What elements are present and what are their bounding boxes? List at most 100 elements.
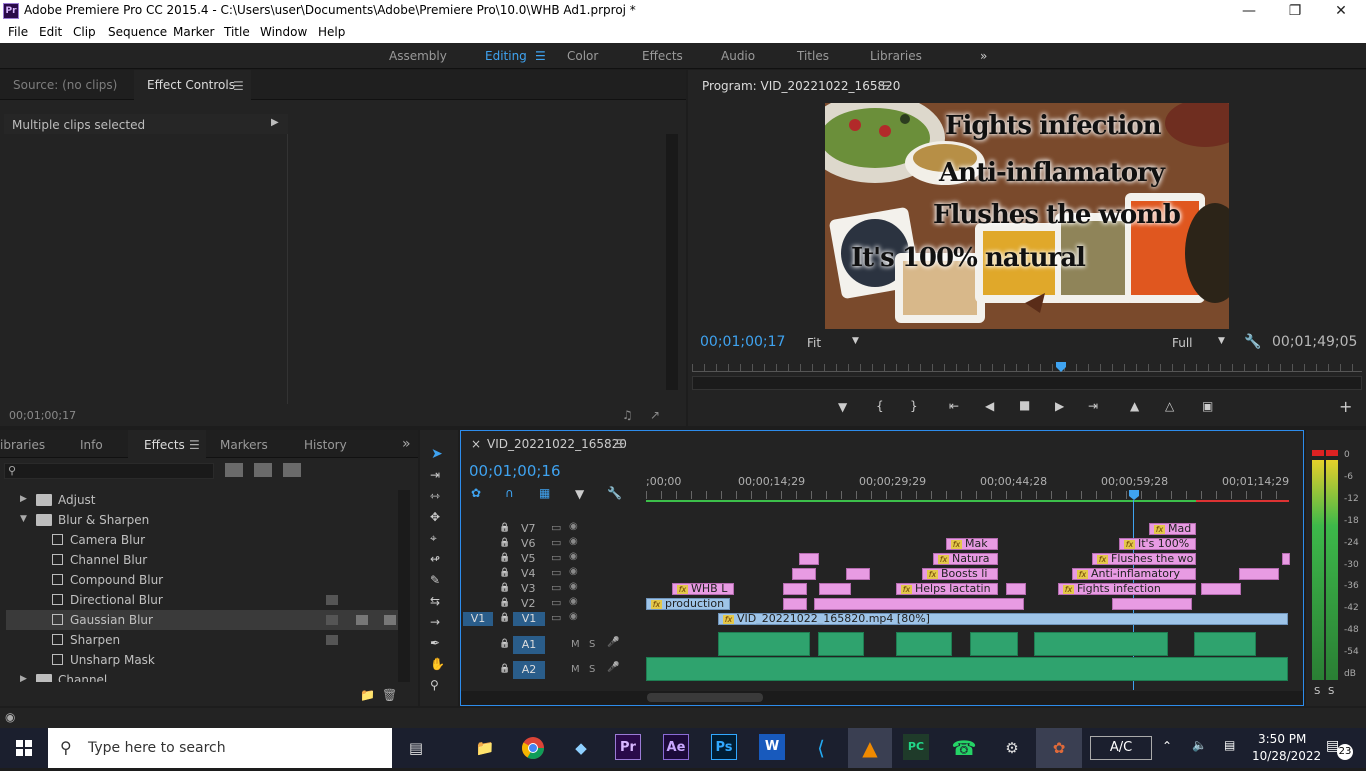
scrollbar[interactable] bbox=[666, 134, 678, 390]
tab-info[interactable]: Info bbox=[80, 438, 103, 452]
track-label-v2[interactable]: V2 bbox=[521, 597, 536, 610]
more-workspaces-icon[interactable]: » bbox=[980, 49, 987, 63]
clock-time[interactable]: 3:50 PM bbox=[1258, 732, 1306, 746]
ripple-edit-icon[interactable]: ⇿ bbox=[430, 489, 440, 503]
timeline-clip[interactable] bbox=[1006, 583, 1026, 595]
effects-menu-icon[interactable]: ☰ bbox=[189, 438, 200, 452]
stop-icon[interactable]: ■ bbox=[1019, 398, 1030, 412]
quality-select[interactable]: Full bbox=[1172, 336, 1193, 350]
timeline-clip[interactable]: fx Fights infection bbox=[1058, 583, 1196, 595]
selection-tool-icon[interactable]: ➤ bbox=[431, 446, 443, 462]
menu-sequence[interactable]: Sequence bbox=[108, 25, 167, 39]
quality-dropdown-icon[interactable]: ▼ bbox=[1218, 336, 1225, 346]
timeline-timecode[interactable]: 00;01;00;16 bbox=[469, 462, 561, 480]
button-editor-add-icon[interactable]: + bbox=[1339, 397, 1352, 416]
track-label-a1[interactable]: A1 bbox=[513, 636, 545, 654]
workspace-libraries[interactable]: Libraries bbox=[870, 49, 922, 63]
settings-gear-icon[interactable]: ⚙ bbox=[998, 734, 1026, 762]
effects-search-input[interactable]: ⚲ bbox=[4, 463, 214, 479]
step-forward-icon[interactable]: ▶ bbox=[1055, 399, 1064, 413]
32bit-effects-icon[interactable] bbox=[254, 463, 272, 477]
workspace-effects[interactable]: Effects bbox=[642, 49, 683, 63]
ac-indicator[interactable]: A/C bbox=[1090, 736, 1152, 760]
more-tabs-icon[interactable]: » bbox=[402, 436, 411, 452]
close-button[interactable]: ✕ bbox=[1318, 2, 1364, 20]
effects-tree-item[interactable]: Directional Blur bbox=[6, 590, 398, 610]
lock-icon[interactable]: 🔒 bbox=[499, 523, 510, 533]
app-icon[interactable]: ◆ bbox=[567, 734, 595, 762]
scrub-ruler[interactable] bbox=[692, 364, 1362, 372]
pen-tool-icon[interactable]: ✒ bbox=[430, 636, 440, 650]
lock-icon[interactable]: 🔒 bbox=[499, 553, 510, 563]
microphone-icon[interactable]: 🎤 bbox=[607, 637, 619, 648]
timeline-clip[interactable]: fx Mak bbox=[946, 538, 998, 550]
clip-indicator-right[interactable] bbox=[1326, 450, 1338, 456]
timeline-settings-icon[interactable]: 🔧 bbox=[607, 486, 622, 500]
eye-icon[interactable]: ◉ bbox=[569, 596, 578, 607]
timeline-clip[interactable] bbox=[1239, 568, 1279, 580]
timeline-clip[interactable]: fx Natura bbox=[933, 553, 998, 565]
chevron-right-icon[interactable]: ▶ bbox=[20, 674, 27, 682]
export-icon[interactable]: ↗ bbox=[650, 408, 660, 422]
audio-clip[interactable] bbox=[970, 632, 1018, 656]
timeline-clip[interactable] bbox=[783, 598, 807, 610]
timeline-clip[interactable] bbox=[846, 568, 870, 580]
effects-tree-item[interactable]: Gaussian Blur bbox=[6, 610, 398, 630]
timeline-clip[interactable]: fx production bbox=[646, 598, 730, 610]
expand-arrow-icon[interactable]: ▶ bbox=[271, 117, 279, 128]
track-label-v1[interactable]: V1 bbox=[513, 612, 545, 626]
premiere-taskbar-icon[interactable]: Pr bbox=[615, 734, 641, 760]
minimize-button[interactable]: — bbox=[1226, 2, 1272, 20]
sync-lock-icon[interactable]: ▭ bbox=[551, 581, 561, 594]
effects-tree-item[interactable]: Compound Blur bbox=[6, 570, 398, 590]
restore-button[interactable]: ❐ bbox=[1272, 2, 1318, 20]
solo-icon[interactable]: S bbox=[589, 664, 595, 675]
lock-icon[interactable]: 🔒 bbox=[499, 613, 510, 623]
timeline-scroll-thumb[interactable] bbox=[647, 693, 763, 702]
photoshop-icon[interactable]: Ps bbox=[711, 734, 737, 760]
mute-icon[interactable]: M bbox=[571, 639, 580, 650]
fit-select[interactable]: Fit bbox=[807, 336, 821, 350]
workspace-editing[interactable]: Editing bbox=[485, 49, 527, 63]
fit-dropdown-icon[interactable]: ▼ bbox=[852, 336, 859, 346]
add-marker-icon[interactable]: ▼ bbox=[575, 487, 584, 501]
yuv-effects-icon[interactable] bbox=[283, 463, 301, 477]
menu-title[interactable]: Title bbox=[224, 25, 250, 39]
solo-left-button[interactable]: S bbox=[1314, 686, 1320, 697]
sync-lock-icon[interactable]: ▭ bbox=[551, 551, 561, 564]
program-timecode[interactable]: 00;01;00;17 bbox=[700, 334, 785, 350]
timeline-clip[interactable] bbox=[1282, 553, 1290, 565]
razor-icon[interactable]: ↫ bbox=[430, 552, 440, 566]
audio-clip[interactable] bbox=[718, 632, 810, 656]
sync-lock-icon[interactable]: ▭ bbox=[551, 611, 561, 624]
file-explorer-icon[interactable]: 📁 bbox=[471, 734, 499, 762]
chevron-right-icon[interactable]: ▶ bbox=[20, 494, 27, 504]
workspace-menu-icon[interactable]: ☰ bbox=[535, 49, 546, 63]
menu-edit[interactable]: Edit bbox=[39, 25, 62, 39]
timeline-clip[interactable]: fx Mad bbox=[1149, 523, 1196, 535]
effects-tree-item[interactable]: Camera Blur bbox=[6, 530, 398, 550]
eye-icon[interactable]: ◉ bbox=[569, 566, 578, 577]
effects-tree-item[interactable]: ▼ Blur & Sharpen bbox=[6, 510, 398, 530]
rate-stretch-icon[interactable]: ⌖ bbox=[430, 531, 437, 546]
timeline-clip[interactable]: fx Anti-inflamatory bbox=[1072, 568, 1196, 580]
active-app-icon[interactable]: ✿ bbox=[1045, 734, 1073, 762]
nest-icon[interactable]: ✿ bbox=[471, 486, 481, 500]
timeline-clip[interactable]: fx Flushes the wo bbox=[1092, 553, 1196, 565]
timeline-clip[interactable] bbox=[799, 553, 819, 565]
close-sequence-icon[interactable]: × bbox=[471, 437, 481, 451]
track-label-v6[interactable]: V6 bbox=[521, 537, 536, 550]
workspace-color[interactable]: Color bbox=[567, 49, 598, 63]
workspace-titles[interactable]: Titles bbox=[797, 49, 829, 63]
lock-icon[interactable]: 🔒 bbox=[499, 639, 510, 649]
timeline-clip[interactable]: fx Helps lactatin bbox=[896, 583, 998, 595]
timeline-clip[interactable]: fx WHB L bbox=[672, 583, 734, 595]
go-to-in-icon[interactable]: ⇤ bbox=[949, 399, 959, 413]
audio-icon[interactable]: ♫ bbox=[622, 408, 633, 422]
network-icon[interactable]: ▤ bbox=[1224, 738, 1235, 752]
track-label-v3[interactable]: V3 bbox=[521, 582, 536, 595]
effects-scrollbar[interactable] bbox=[398, 490, 410, 682]
hand-icon[interactable]: ✋ bbox=[430, 657, 445, 671]
tab-effects[interactable]: Effects bbox=[144, 438, 185, 452]
menu-help[interactable]: Help bbox=[318, 25, 345, 39]
